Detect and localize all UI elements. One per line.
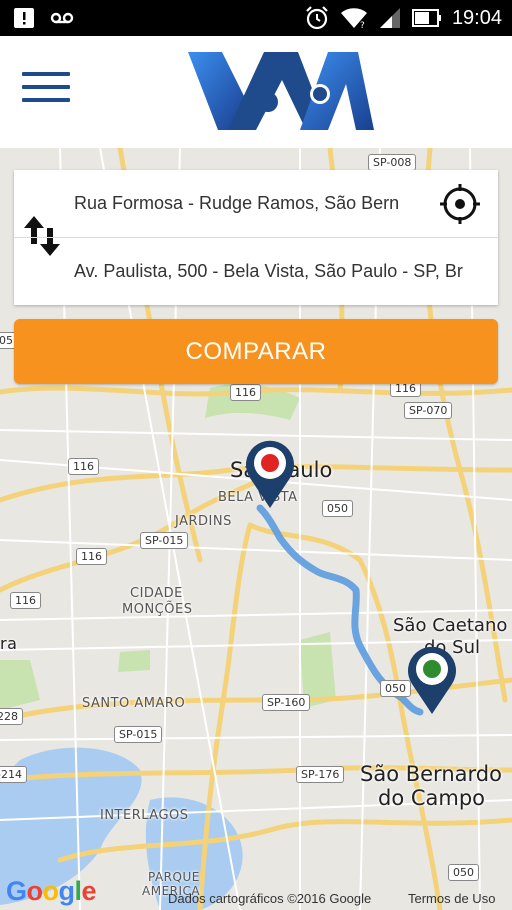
city-label: São Bernardo — [360, 762, 502, 786]
compare-button[interactable]: COMPARAR — [14, 319, 498, 384]
road-shield: 116 — [10, 592, 41, 609]
place-label: CIDADE — [130, 586, 183, 601]
origin-pin[interactable] — [404, 642, 460, 716]
road-shield: 116 — [68, 458, 99, 475]
status-bar: ? 19:04 — [0, 0, 512, 36]
google-letter: o — [42, 876, 60, 906]
road-shield: SP-070 — [404, 402, 453, 419]
google-letter: G — [6, 876, 27, 906]
road-shield: 116 — [230, 384, 261, 401]
road-shield: 050 — [448, 864, 479, 881]
status-time: 19:04 — [451, 6, 502, 29]
place-label: SANTO AMARO — [82, 696, 186, 711]
destination-pin[interactable] — [242, 436, 298, 510]
place-label: JARDINS — [175, 514, 232, 529]
road-shield: SP-160 — [262, 694, 311, 711]
road-shield: SP-176 — [296, 766, 345, 783]
cell-signal-icon — [379, 8, 400, 28]
swap-vertical-icon[interactable] — [22, 214, 62, 258]
yam-logo — [188, 52, 374, 130]
road-shield: SP-008 — [368, 154, 417, 171]
city-label: do Campo — [378, 786, 486, 810]
hamburger-menu-icon[interactable] — [22, 72, 70, 110]
google-letter: e — [81, 876, 97, 906]
place-label: INTERLAGOS — [100, 808, 189, 823]
app-header — [0, 36, 512, 148]
google-letter: o — [26, 876, 44, 906]
terms-link[interactable]: Termos de Uso — [408, 891, 495, 906]
crosshair-locate-icon[interactable] — [438, 182, 482, 226]
google-logo: Google — [6, 876, 97, 907]
road-shield: SP-015 — [140, 532, 189, 549]
road-shield: -214 — [0, 766, 27, 783]
google-letter: l — [74, 876, 83, 906]
alarm-icon — [306, 6, 328, 30]
destination-input[interactable] — [74, 256, 490, 286]
place-label: ra — [0, 634, 18, 653]
road-shield: 228 — [0, 708, 23, 725]
route-search-card — [14, 170, 498, 305]
wifi-icon: ? — [340, 8, 367, 30]
road-shield: SP-015 — [114, 726, 163, 743]
voicemail-icon — [50, 12, 74, 24]
origin-input[interactable] — [74, 188, 414, 218]
google-letter: g — [58, 876, 76, 906]
place-label: PARQUE — [148, 870, 200, 884]
field-divider — [14, 237, 498, 238]
alert-icon — [14, 8, 34, 28]
road-shield: 050 — [322, 500, 353, 517]
svg-text:?: ? — [360, 21, 365, 30]
battery-icon — [411, 9, 441, 27]
map-attribution: Dados cartográficos ©2016 Google — [168, 891, 372, 906]
place-label: MONÇÕES — [122, 602, 193, 617]
road-shield: 116 — [76, 548, 107, 565]
city-label: São Caetano — [393, 615, 508, 636]
